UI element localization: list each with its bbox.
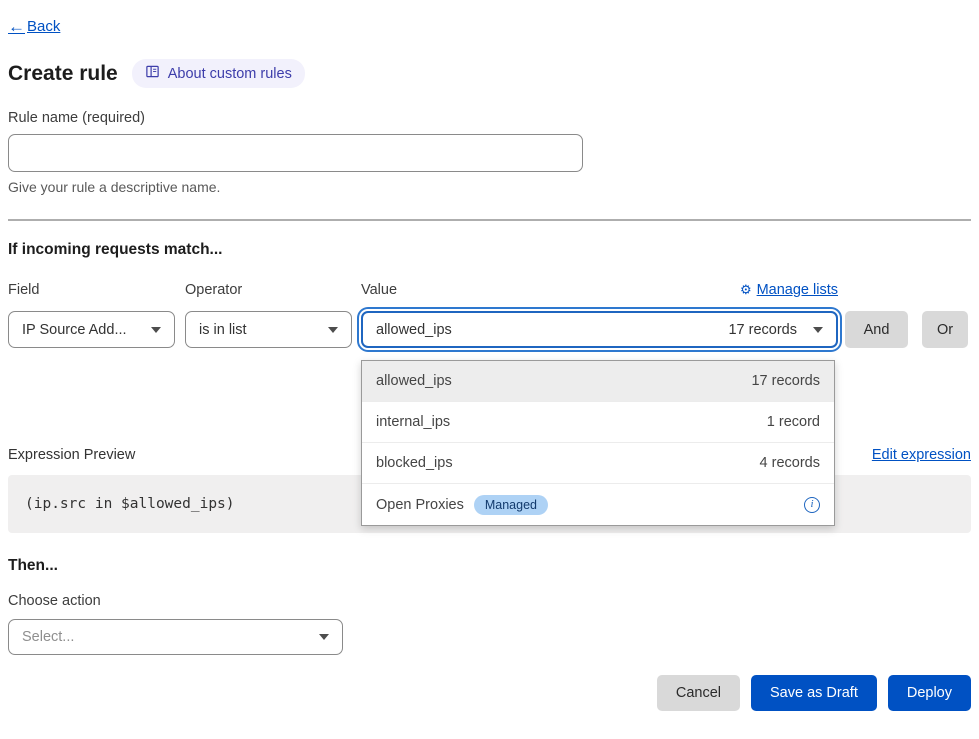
about-custom-rules-label: About custom rules: [168, 66, 292, 82]
list-option-meta: 4 records: [760, 455, 820, 471]
action-select[interactable]: Select...: [8, 619, 343, 655]
or-button[interactable]: Or: [922, 311, 968, 348]
save-as-draft-button[interactable]: Save as Draft: [751, 675, 877, 711]
list-option-open-proxies[interactable]: Open Proxies Managed i: [362, 484, 834, 525]
divider: [8, 219, 971, 221]
rule-name-helper: Give your rule a descriptive name.: [8, 179, 971, 195]
operator-label: Operator: [185, 282, 242, 298]
back-link[interactable]: ←Back: [8, 18, 60, 35]
field-select[interactable]: IP Source Add...: [8, 311, 175, 348]
book-icon: [145, 64, 160, 83]
manage-lists-link[interactable]: ⚙ Manage lists: [740, 282, 838, 298]
list-option-meta: 17 records: [751, 373, 820, 389]
rule-name-label: Rule name (required): [8, 110, 971, 126]
value-select[interactable]: allowed_ips 17 records: [361, 311, 838, 348]
chevron-down-icon: [151, 327, 161, 333]
list-option-meta: 1 record: [767, 414, 820, 430]
edit-expression-link[interactable]: Edit expression: [872, 447, 971, 463]
chevron-down-icon: [328, 327, 338, 333]
info-icon[interactable]: i: [804, 497, 820, 513]
then-section-heading: Then...: [8, 557, 971, 575]
list-dropdown: allowed_ips 17 records internal_ips 1 re…: [361, 360, 835, 526]
page-title: Create rule: [8, 62, 118, 86]
field-label: Field: [8, 282, 39, 298]
managed-badge: Managed: [474, 495, 548, 515]
list-option-name: Open Proxies: [376, 497, 464, 513]
about-custom-rules-link[interactable]: About custom rules: [132, 59, 305, 88]
expression-code-text: (ip.src in $allowed_ips): [25, 496, 235, 512]
chevron-down-icon: [813, 327, 823, 333]
action-select-placeholder: Select...: [22, 629, 74, 645]
deploy-button[interactable]: Deploy: [888, 675, 971, 711]
list-option-name: internal_ips: [376, 414, 450, 430]
operator-select[interactable]: is in list: [185, 311, 352, 348]
list-option-internal-ips[interactable]: internal_ips 1 record: [362, 402, 834, 443]
list-option-blocked-ips[interactable]: blocked_ips 4 records: [362, 443, 834, 484]
match-section-heading: If incoming requests match...: [8, 241, 971, 259]
operator-select-value: is in list: [199, 322, 247, 338]
back-label: Back: [27, 18, 60, 35]
list-option-name: blocked_ips: [376, 455, 453, 471]
chevron-down-icon: [319, 634, 329, 640]
list-option-allowed-ips[interactable]: allowed_ips 17 records: [362, 361, 834, 402]
create-rule-page: ←Back Create rule About custom rules Rul…: [0, 0, 979, 711]
choose-action-label: Choose action: [8, 593, 971, 609]
gear-icon: ⚙: [740, 283, 752, 296]
value-select-meta: 17 records: [728, 322, 797, 338]
expression-preview-label: Expression Preview: [8, 447, 135, 463]
list-option-name: allowed_ips: [376, 373, 452, 389]
value-label: Value: [361, 282, 397, 298]
rule-name-input[interactable]: [8, 134, 583, 172]
and-button[interactable]: And: [845, 311, 908, 348]
field-select-value: IP Source Add...: [22, 322, 127, 338]
back-arrow-icon: ←: [8, 18, 25, 35]
manage-lists-label: Manage lists: [757, 282, 838, 298]
value-select-value: allowed_ips: [376, 322, 452, 338]
cancel-button[interactable]: Cancel: [657, 675, 740, 711]
